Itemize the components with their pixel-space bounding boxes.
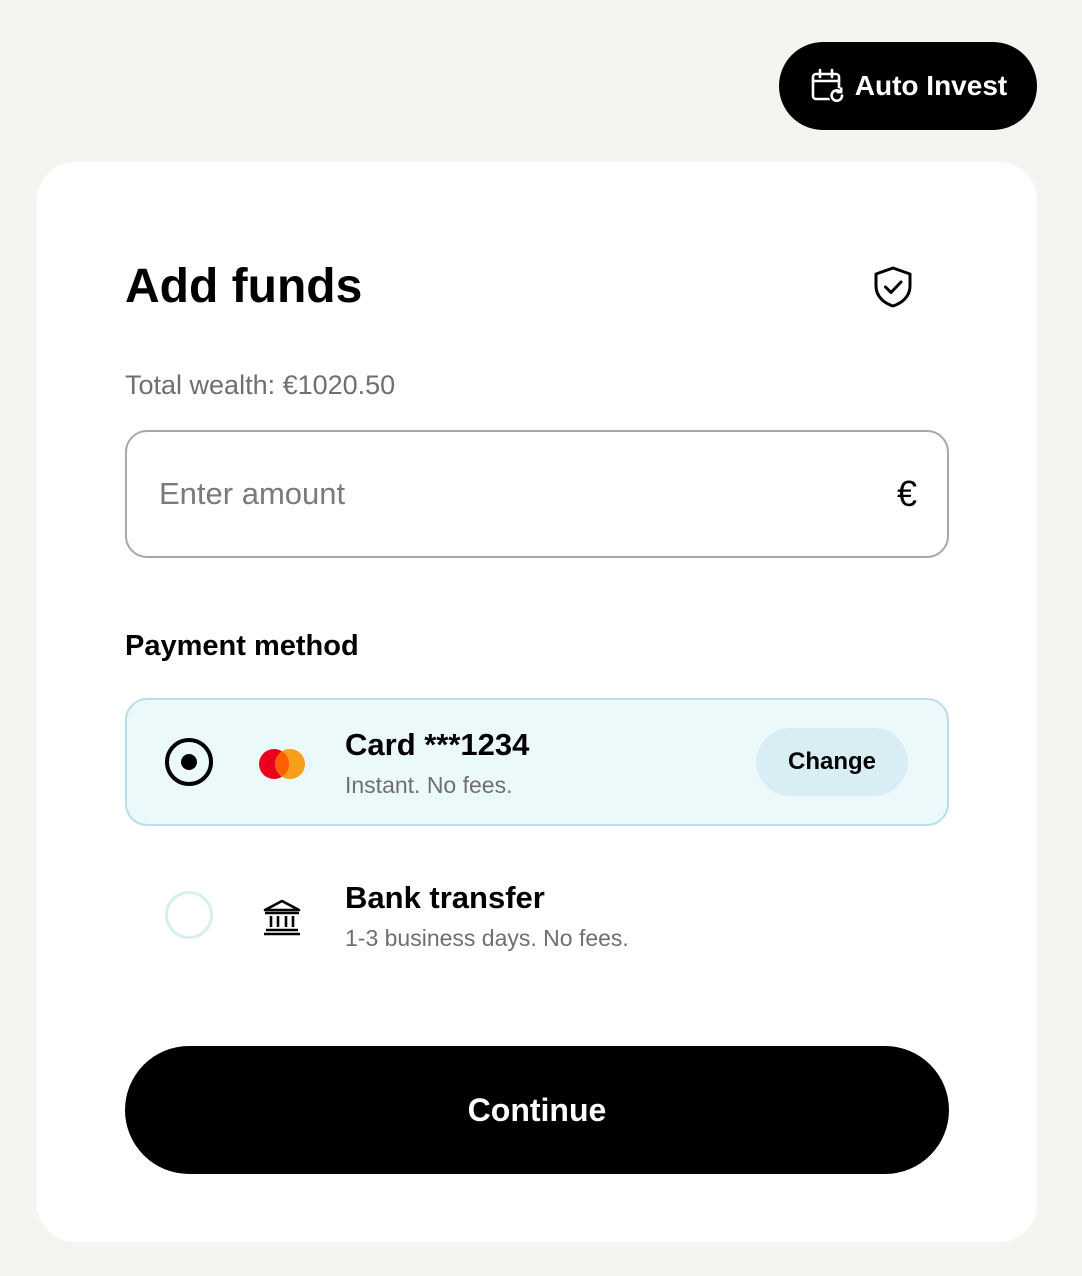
calendar-repeat-icon [809, 67, 847, 105]
bank-transfer-subtitle: 1-3 business days. No fees. [345, 925, 629, 951]
payment-option-bank-transfer[interactable]: Bank transfer 1-3 business days. No fees… [125, 851, 949, 979]
total-wealth-text: Total wealth: €1020.50 [125, 370, 396, 400]
page-title: Add funds [125, 260, 363, 313]
bank-icon [255, 897, 309, 937]
bank-transfer-title: Bank transfer [345, 880, 545, 915]
amount-input[interactable] [159, 476, 887, 512]
payment-method-heading: Payment method [125, 630, 359, 662]
auto-invest-label: Auto Invest [854, 70, 1008, 101]
card-option-title: Card ***1234 [345, 727, 530, 762]
auto-invest-button[interactable]: Auto Invest [779, 42, 1037, 130]
continue-button[interactable]: Continue [125, 1046, 949, 1174]
amount-field[interactable]: € [125, 430, 949, 558]
payment-option-card[interactable]: Card ***1234 Instant. No fees. Change [125, 698, 949, 826]
mastercard-icon [255, 744, 309, 784]
euro-icon: € [896, 473, 917, 514]
shield-check-icon[interactable] [870, 264, 916, 310]
bank-transfer-radio-button[interactable] [165, 891, 213, 939]
card-radio-button[interactable] [165, 738, 213, 786]
change-card-button[interactable]: Change [756, 728, 908, 796]
add-funds-panel: Add funds Total wealth: €1020.50 € Payme… [37, 162, 1037, 1242]
card-option-subtitle: Instant. No fees. [345, 772, 513, 798]
